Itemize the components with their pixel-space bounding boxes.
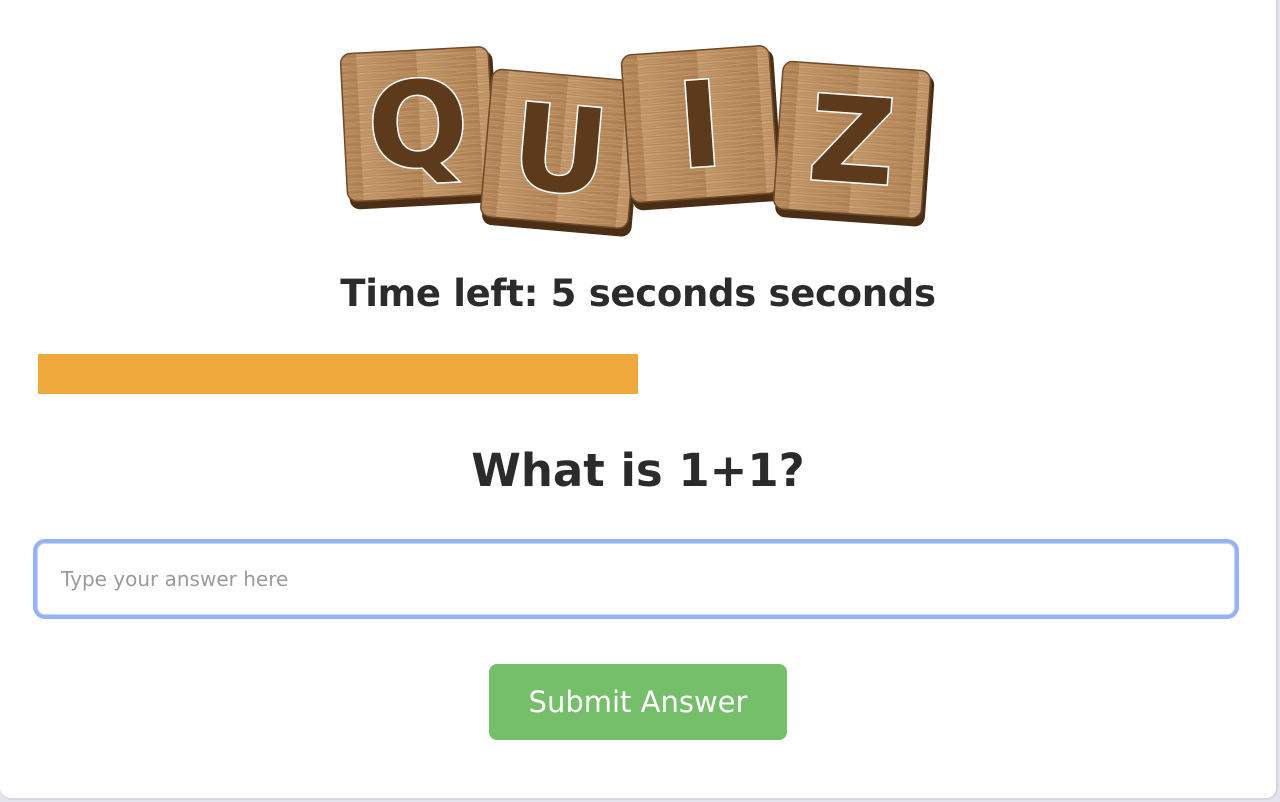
timer-progress-fill: [38, 354, 638, 394]
logo-tile-i: I: [620, 45, 783, 211]
logo-tile-q: Q: [340, 46, 500, 210]
quiz-card: Q U I Z Time left: 5 seconds seconds Wha…: [0, 0, 1278, 800]
logo-letter-z: Z: [805, 69, 900, 213]
logo-letter-q: Q: [364, 54, 471, 197]
logo-tile-z: Z: [773, 60, 935, 227]
answer-input[interactable]: [33, 539, 1239, 619]
quiz-logo: Q U I Z: [340, 45, 935, 237]
time-left-text: Time left: 5 seconds seconds: [340, 272, 936, 315]
submit-answer-button[interactable]: Submit Answer: [489, 664, 787, 740]
logo-tile-u: U: [480, 68, 644, 237]
question-text: What is 1+1?: [471, 444, 805, 497]
timer-progress-bar: [38, 354, 1238, 394]
logo-letter-u: U: [506, 77, 613, 223]
